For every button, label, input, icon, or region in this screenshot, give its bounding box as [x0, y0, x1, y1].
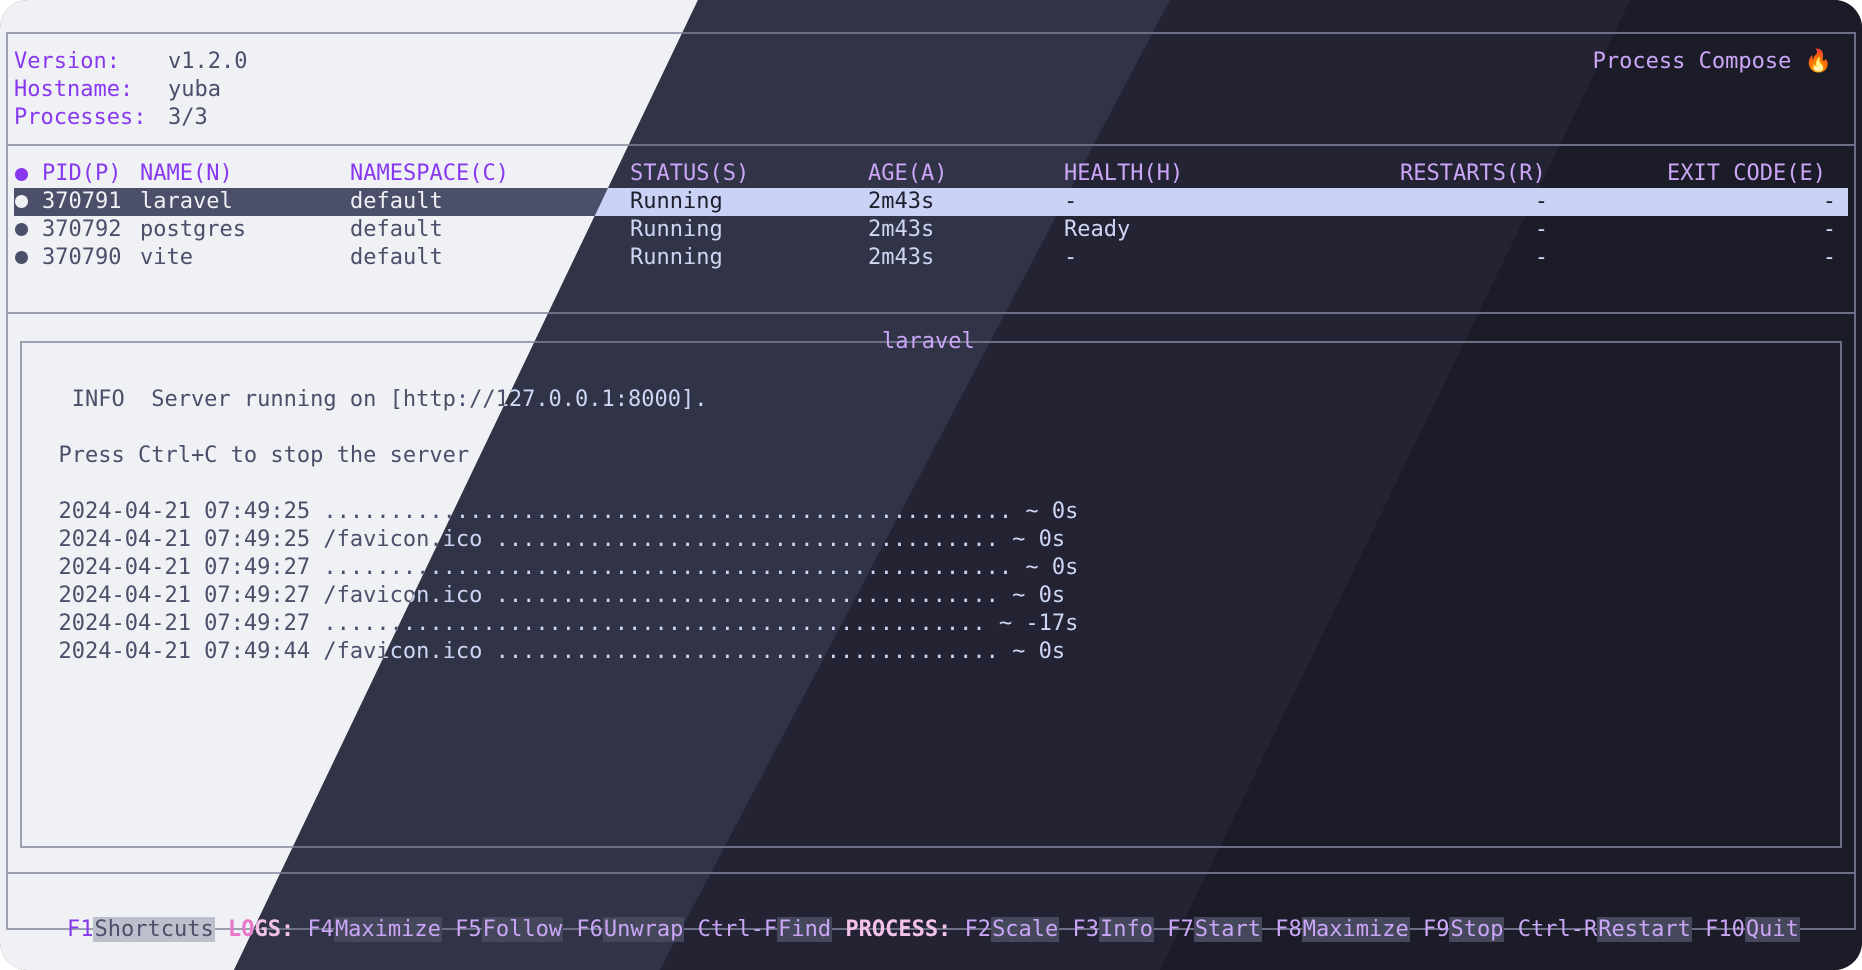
cell-restarts: -: [1534, 245, 1548, 270]
cell-namespace: default: [350, 245, 443, 270]
shortcut-key: Ctrl-F: [697, 917, 778, 942]
shortcut-label: Find: [777, 917, 833, 942]
cell-namespace: default: [350, 217, 443, 242]
col-health-header[interactable]: HEALTH(H): [1064, 160, 1183, 188]
cell-health: -: [1064, 189, 1078, 214]
header-marker-dot: [15, 168, 28, 181]
cell-status: Running: [630, 217, 723, 242]
shortcut-f8-maximize[interactable]: F8Maximize: [1275, 917, 1410, 942]
cell-exit-code: -: [1822, 189, 1836, 214]
terminal-window: Version: v1.2.0 Hostname: yuba Processes…: [0, 0, 1862, 970]
shortcut-label: Maximize: [333, 917, 442, 942]
process-group-label: PROCESS:: [845, 917, 952, 942]
shortcut-f1[interactable]: F1Shortcuts: [67, 917, 215, 942]
frame-right-border: [1854, 32, 1856, 930]
shortcut-key: F4: [307, 917, 334, 942]
shortcut-label: Shortcuts: [93, 917, 215, 942]
cell-pid: 370791: [42, 189, 122, 214]
shortcut-label: Info: [1099, 917, 1155, 942]
cell-name: vite: [140, 245, 193, 270]
shortcut-key: F6: [576, 917, 603, 942]
cell-exit-code: -: [1822, 217, 1836, 242]
shortcut-label: Start: [1193, 917, 1263, 942]
processes-value: 3/3: [168, 105, 208, 130]
status-dot: [15, 251, 28, 264]
log-line: Press Ctrl+C to stop the server: [32, 443, 470, 468]
cell-age: 2m43s: [868, 245, 935, 270]
shortcut-bar: F1Shortcuts LOGS: F4Maximize F5Follow F6…: [234, 888, 1800, 970]
version-label: Version:: [14, 49, 120, 74]
col-name-header[interactable]: NAME(N): [140, 160, 233, 188]
shortcut-label: Follow: [481, 917, 564, 942]
cell-name: postgres: [140, 217, 246, 242]
cell-health: -: [1064, 245, 1078, 270]
cell-status: Running: [630, 245, 723, 270]
status-dot: [15, 223, 28, 236]
log-pane-title: laravel: [882, 329, 975, 354]
shortcut-ctrl-f-find[interactable]: Ctrl-FFind: [697, 917, 833, 942]
shortcut-f6-unwrap[interactable]: F6Unwrap: [576, 917, 685, 942]
col-restarts-header[interactable]: RESTARTS(R): [1400, 160, 1546, 188]
processes-label: Processes:: [14, 105, 147, 130]
cell-age: 2m43s: [868, 189, 935, 214]
shortcut-key: Ctrl-R: [1517, 917, 1598, 942]
cell-health: Ready: [1064, 217, 1131, 242]
shortcut-f3-info[interactable]: F3Info: [1072, 917, 1155, 942]
shortcut-label: Quit: [1744, 917, 1800, 942]
cell-namespace: default: [350, 189, 443, 214]
hostname-value: yuba: [168, 77, 221, 102]
cell-exit-code: -: [1822, 245, 1836, 270]
shortcut-ctrl-r-restart[interactable]: Ctrl-RRestart: [1518, 917, 1692, 942]
col-age-header[interactable]: AGE(A): [868, 160, 947, 188]
shortcut-label: Restart: [1597, 917, 1692, 942]
status-dot: [15, 195, 28, 208]
frame-left-border: [6, 32, 8, 930]
shortcut-label: Maximize: [1301, 917, 1410, 942]
shortcut-label: Stop: [1449, 917, 1505, 942]
cell-restarts: -: [1534, 217, 1548, 242]
shortcut-f5-follow[interactable]: F5Follow: [455, 917, 564, 942]
cell-name: laravel: [140, 189, 233, 214]
shortcut-key: F3: [1072, 917, 1100, 942]
shortcut-label: Scale: [991, 917, 1060, 942]
shortcut-key: F1: [66, 917, 94, 942]
shortcut-key: F8: [1275, 917, 1302, 942]
shortcut-key: F5: [455, 917, 482, 942]
shortcut-f10-quit[interactable]: F10Quit: [1705, 917, 1800, 942]
footer-separator-top: [234, 872, 1856, 874]
shortcut-f9-stop[interactable]: F9Stop: [1422, 917, 1505, 942]
col-status-header[interactable]: STATUS(S): [630, 160, 749, 188]
cell-status: Running: [630, 189, 723, 214]
col-exit-code-header[interactable]: EXIT CODE(E): [1667, 160, 1826, 188]
cell-pid: 370790: [42, 245, 122, 270]
shortcut-f2-scale[interactable]: F2Scale: [965, 917, 1060, 942]
shortcut-key: F7: [1167, 917, 1194, 942]
col-pid-header[interactable]: PID(P): [42, 160, 121, 188]
shortcut-f7-start[interactable]: F7Start: [1167, 917, 1263, 942]
cell-restarts: -: [1534, 189, 1548, 214]
shortcut-f4-maximize[interactable]: F4Maximize: [307, 917, 442, 942]
shortcut-key: F9: [1422, 917, 1450, 942]
hostname-label: Hostname:: [14, 77, 134, 102]
cell-age: 2m43s: [868, 217, 935, 242]
shortcut-key: F10: [1705, 917, 1745, 942]
app-title: Process Compose 🔥: [1592, 49, 1832, 74]
version-value: v1.2.0: [168, 49, 248, 74]
shortcut-key: F2: [964, 917, 992, 942]
col-namespace-header[interactable]: NAMESPACE(C): [350, 160, 509, 188]
shortcut-label: Unwrap: [602, 917, 685, 942]
cell-pid: 370792: [42, 217, 122, 242]
